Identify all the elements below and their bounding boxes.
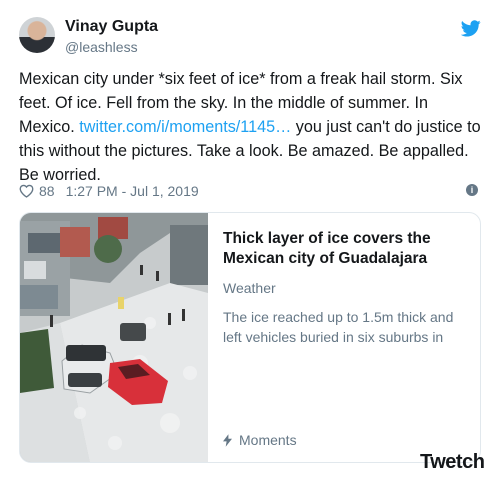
- card-description: The ice reached up to 1.5m thick and lef…: [223, 309, 454, 345]
- card-footer[interactable]: Moments: [223, 432, 297, 448]
- twetch-watermark: Twetch: [420, 451, 485, 473]
- author-handle[interactable]: @leashless: [65, 39, 138, 55]
- card-footer-label: Moments: [239, 432, 297, 448]
- hail-street-photo: [20, 213, 208, 462]
- avatar[interactable]: [19, 17, 55, 53]
- card-category: Weather: [223, 280, 276, 296]
- heart-outline-icon[interactable]: [19, 184, 34, 198]
- card-title[interactable]: Thick layer of ice covers the Mexican ci…: [223, 229, 473, 269]
- tweet-text: Mexican city under *six feet of ice* fro…: [19, 67, 485, 187]
- lightning-bolt-icon: [223, 433, 232, 447]
- card-image[interactable]: [20, 213, 208, 462]
- author-name[interactable]: Vinay Gupta: [65, 18, 158, 36]
- tweet-meta: 88 1:27 PM - Jul 1, 2019: [19, 181, 199, 201]
- moment-link[interactable]: twitter.com/i/moments/1145…: [79, 118, 291, 136]
- moment-card[interactable]: Thick layer of ice covers the Mexican ci…: [19, 212, 481, 463]
- timestamp[interactable]: 1:27 PM - Jul 1, 2019: [66, 183, 199, 199]
- like-count[interactable]: 88: [39, 183, 55, 199]
- card-body[interactable]: Thick layer of ice covers the Mexican ci…: [223, 229, 473, 347]
- info-icon[interactable]: i: [466, 184, 478, 196]
- twitter-bird-icon[interactable]: [461, 20, 481, 37]
